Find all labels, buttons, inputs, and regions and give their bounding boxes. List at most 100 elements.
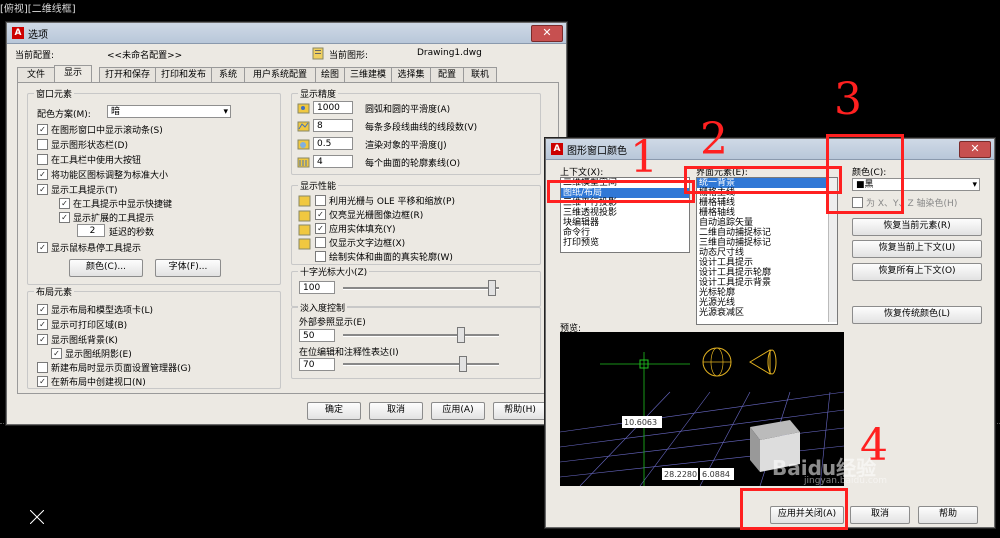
page-setup-manager-checkbox[interactable]: 新建布局时显示页面设置管理器(G) [37, 361, 191, 374]
colors-titlebar[interactable]: A 图形窗口颜色 ✕ [546, 139, 994, 160]
extended-tooltips-checkbox[interactable]: ✓ 显示扩展的工具提示 [59, 211, 155, 224]
xref-display-input[interactable]: 50 [299, 329, 335, 342]
render-smoothness-input[interactable]: 0.5 [313, 137, 353, 150]
solid-fill-checkbox[interactable]: ✓ 应用实体填充(Y) [315, 222, 396, 235]
crosshair-slider-track[interactable] [343, 287, 499, 290]
printable-area-checkbox[interactable]: ✓ 显示可打印区域(B) [37, 318, 127, 331]
drawing-label: 当前图形: [329, 51, 369, 61]
crosshair-slider-thumb[interactable] [488, 280, 496, 296]
checkbox-checked-icon: ✓ [59, 211, 70, 223]
options-titlebar[interactable]: A 选项 ✕ [7, 23, 566, 44]
list-item[interactable]: 栅格轴线 [697, 208, 837, 218]
layout-model-tabs-checkbox[interactable]: ✓ 显示布局和模型选项卡(L) [37, 303, 153, 316]
tab-3d-modeling[interactable]: 三维建模 [344, 67, 392, 82]
inplace-edit-label: 在位编辑和注释性表达(I) [299, 348, 399, 358]
list-item[interactable]: 三维自动捕捉标记 [697, 238, 837, 248]
restore-all-button[interactable]: 恢复所有上下文(O) [852, 263, 982, 281]
tab-drafting[interactable]: 绘图 [315, 67, 345, 82]
list-item[interactable]: 设计工具提示轮廓 [697, 268, 837, 278]
raster-frame-checkbox[interactable]: ✓ 仅亮显光栅图像边框(R) [315, 208, 423, 221]
resize-ribbon-icons-checkbox[interactable]: ✓ 将功能区图标调整为标准大小 [37, 168, 168, 181]
tab-files[interactable]: 文件 [17, 67, 55, 82]
checkbox-label: 利用光栅与 OLE 平移和缩放(P) [329, 196, 455, 207]
tab-profiles[interactable]: 配置 [430, 67, 464, 82]
tooltip-delay-input[interactable]: 2 [77, 224, 105, 237]
tab-open-save[interactable]: 打开和保存 [99, 67, 156, 82]
tab-online[interactable]: 联机 [463, 67, 497, 82]
raster-ole-checkbox[interactable]: 利用光栅与 OLE 平移和缩放(P) [315, 194, 455, 207]
checkbox-empty-icon [37, 361, 48, 373]
fill-icon [298, 224, 311, 236]
polyline-segments-input[interactable]: 8 [313, 119, 353, 132]
contour-lines-label: 每个曲面的轮廓素线(O) [365, 159, 461, 169]
checkbox-checked-icon: ✓ [37, 183, 48, 195]
list-item[interactable]: 光源衰减区 [697, 308, 837, 318]
true-silhouettes-checkbox[interactable]: 绘制实体和曲面的真实轮廓(W) [315, 250, 453, 263]
crosshair-size-input[interactable]: 100 [299, 281, 335, 294]
xref-slider-thumb[interactable] [457, 327, 465, 343]
colors-close-button[interactable]: ✕ [959, 141, 991, 158]
xref-slider-track[interactable] [343, 334, 499, 337]
text-frame-checkbox[interactable]: 仅显示文字边框(X) [315, 236, 405, 249]
inplace-slider-track[interactable] [343, 363, 499, 366]
show-scrollbars-checkbox[interactable]: ✓ 在图形窗口中显示滚动条(S) [37, 123, 163, 136]
checkbox-checked-icon: ✓ [37, 318, 48, 330]
rollover-tooltips-checkbox[interactable]: ✓ 显示鼠标悬停工具提示 [37, 241, 141, 254]
colors-help-button[interactable]: 帮助 [918, 506, 978, 524]
list-item[interactable]: 栅格辅线 [697, 198, 837, 208]
color-scheme-select[interactable]: 暗 ▾ [107, 105, 231, 118]
annotation-box-1 [547, 180, 695, 203]
list-item[interactable]: 命令行 [561, 228, 689, 238]
paper-shadow-checkbox[interactable]: ✓ 显示图纸阴影(E) [51, 347, 132, 360]
tab-display[interactable]: 显示 [54, 65, 92, 82]
restore-element-button[interactable]: 恢复当前元素(R) [852, 218, 982, 236]
options-close-button[interactable]: ✕ [531, 25, 563, 42]
color-scheme-label: 配色方案(M): [37, 110, 91, 120]
create-viewport-checkbox[interactable]: ✓ 在新布局中创建视口(N) [37, 375, 146, 388]
colors-cancel-button[interactable]: 取消 [850, 506, 910, 524]
help-button[interactable]: 帮助(H) [493, 402, 547, 420]
list-item[interactable]: 三维透视投影 [561, 208, 689, 218]
checkbox-empty-icon [37, 138, 48, 150]
contour-lines-input[interactable]: 4 [313, 155, 353, 168]
tab-selection[interactable]: 选择集 [391, 67, 431, 82]
list-item[interactable]: 光源光线 [697, 298, 837, 308]
checkbox-label: 在图形窗口中显示滚动条(S) [51, 125, 163, 136]
show-tooltips-checkbox[interactable]: ✓ 显示工具提示(T) [37, 183, 118, 196]
element-list[interactable]: 统一背景 栅格主线 栅格辅线 栅格轴线 自动追踪矢量 二维自动捕捉标记 三维自动… [696, 177, 838, 325]
tab-system[interactable]: 系统 [211, 67, 245, 82]
list-item[interactable]: 打印预览 [561, 238, 689, 248]
large-buttons-checkbox[interactable]: 在工具栏中使用大按钮 [37, 153, 141, 166]
colors-button[interactable]: 颜色(C)... [69, 259, 143, 277]
inplace-edit-input[interactable]: 70 [299, 358, 335, 371]
list-item[interactable]: 自动追踪矢量 [697, 218, 837, 228]
list-item[interactable]: 块编辑器 [561, 218, 689, 228]
list-item[interactable]: 设计工具提示背景 [697, 278, 837, 288]
show-status-bar-checkbox[interactable]: 显示图形状态栏(D) [37, 138, 128, 151]
checkbox-label: 显示扩展的工具提示 [73, 213, 155, 224]
list-item[interactable]: 动态尺寸线 [697, 248, 837, 258]
fonts-button[interactable]: 字体(F)... [155, 259, 221, 277]
colors-dialog-title: 图形窗口颜色 [567, 145, 627, 157]
inplace-slider-thumb[interactable] [459, 356, 467, 372]
ok-button[interactable]: 确定 [307, 402, 361, 420]
tab-user-preferences[interactable]: 用户系统配置 [244, 67, 316, 82]
arc-smoothness-input[interactable]: 1000 [313, 101, 353, 114]
cad-viewport-label[interactable]: [俯视][二维线框] [0, 0, 76, 15]
checkbox-label: 在新布局中创建视口(N) [51, 377, 146, 388]
apply-button[interactable]: 应用(A) [431, 402, 485, 420]
xref-display-label: 外部参照显示(E) [299, 318, 366, 328]
list-item[interactable]: 光标轮廓 [697, 288, 837, 298]
preview-dimension-3: 6.0884 [702, 470, 730, 479]
list-item[interactable]: 设计工具提示 [697, 258, 837, 268]
list-item[interactable]: 二维自动捕捉标记 [697, 228, 837, 238]
tooltip-shortcuts-checkbox[interactable]: ✓ 在工具提示中显示快捷键 [59, 197, 172, 210]
drawing-value: Drawing1.dwg [417, 48, 482, 58]
checkbox-empty-icon [315, 250, 326, 262]
paper-background-checkbox[interactable]: ✓ 显示图纸背景(K) [37, 333, 118, 346]
restore-classic-button[interactable]: 恢复传统颜色(L) [852, 306, 982, 324]
cancel-button[interactable]: 取消 [369, 402, 423, 420]
tab-plot-publish[interactable]: 打印和发布 [155, 67, 212, 82]
checkbox-checked-icon: ✓ [315, 222, 326, 234]
restore-context-button[interactable]: 恢复当前上下文(U) [852, 240, 982, 258]
